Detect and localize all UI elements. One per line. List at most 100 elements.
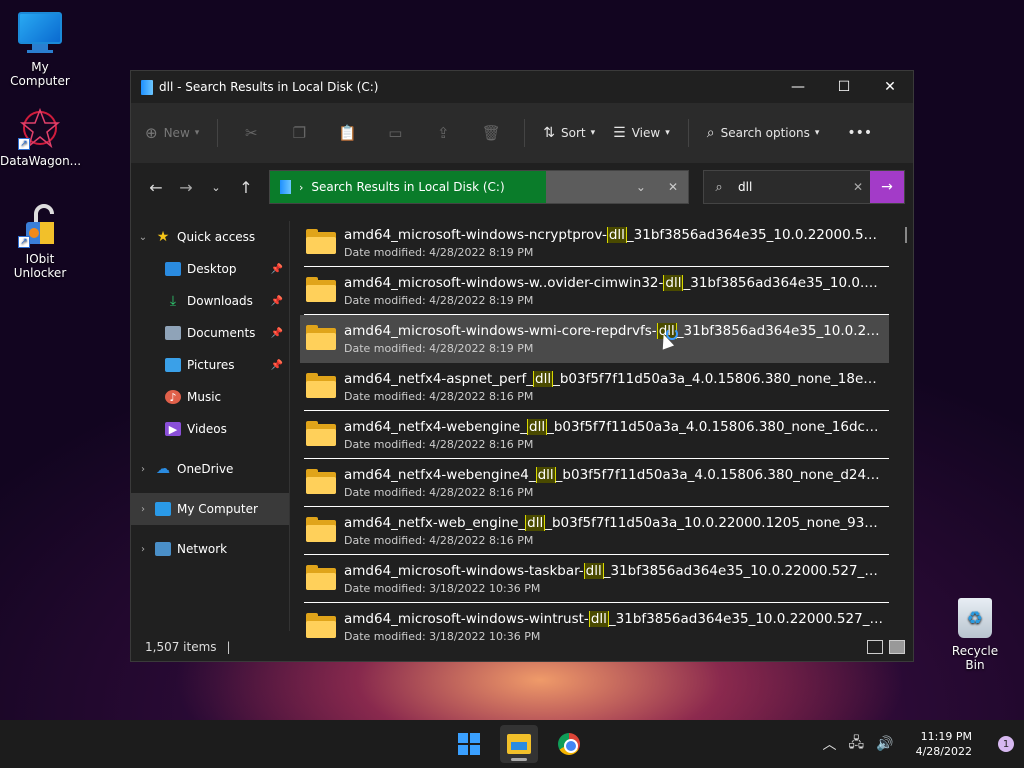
chevron-right-icon[interactable]: ›: [131, 464, 155, 475]
sidebar-item-pictures[interactable]: Pictures 📌: [131, 349, 289, 381]
list-item[interactable]: amd64_microsoft-windows-w..ovider-cimwin…: [304, 267, 889, 315]
chrome-icon: [558, 733, 580, 755]
pin-icon[interactable]: 📌: [271, 328, 283, 339]
search-results-icon: [141, 79, 153, 95]
monitor-icon: [18, 12, 62, 56]
chevron-right-icon[interactable]: ›: [131, 544, 155, 555]
sidebar-item-quick-access[interactable]: ⌄ ★ Quick access: [131, 221, 289, 253]
notification-badge[interactable]: 1: [998, 736, 1014, 752]
list-item[interactable]: amd64_netfx-web_engine_ dll _b03f5f7f11d50…: [304, 507, 889, 555]
list-item[interactable]: amd64_netfx4-webengine4_ dll _b03f5f7f11d5…: [304, 459, 889, 507]
item-name: amd64_netfx4-webengine4_ dll _b03f5f7f11d5…: [344, 466, 884, 483]
search-input[interactable]: dll: [734, 180, 846, 194]
folder-icon: [306, 468, 336, 494]
list-item[interactable]: amd64_microsoft-windows-taskbar-dll _31bf…: [304, 555, 889, 603]
window-title: dll - Search Results in Local Disk (C:): [159, 80, 379, 94]
taskbar: ︿ 🖧 🔊 11:19 PM 4/28/2022 1: [0, 720, 1024, 768]
list-item[interactable]: amd64_microsoft-windows-ncryptprov-dll _3…: [304, 219, 889, 267]
status-bar: 1,507 items |: [131, 633, 913, 661]
pin-icon[interactable]: 📌: [271, 264, 283, 275]
desktop-icon-recycle-bin[interactable]: ♻ Recycle Bin: [942, 598, 1008, 672]
desktop-icon-iobit-unlocker[interactable]: ↗ IObit Unlocker: [0, 204, 80, 280]
folder-icon: [306, 325, 336, 350]
search-go-button[interactable]: →: [870, 171, 904, 203]
datawagon-app-icon: ↗: [18, 106, 62, 150]
item-name: amd64_microsoft-windows-ncryptprov-dll _3…: [344, 226, 884, 243]
item-date: Date modified: 4/28/2022 8:16 PM: [344, 533, 534, 547]
status-divider: |: [226, 640, 231, 654]
search-options-button[interactable]: ⌕ Search options ▾: [707, 125, 820, 141]
delete-icon[interactable]: 🗑: [476, 118, 506, 148]
minimize-button[interactable]: —: [775, 71, 821, 103]
item-date: Date modified: 4/28/2022 8:19 PM: [344, 293, 534, 307]
address-close-icon[interactable]: ✕: [668, 180, 678, 194]
desktop-icon-datawagon[interactable]: ↗ DataWagon...: [0, 106, 81, 168]
system-tray: ︿ 🖧 🔊 11:19 PM 4/28/2022 1: [823, 729, 1014, 759]
sidebar-item-music[interactable]: ♪ Music: [131, 381, 289, 413]
sidebar-item-label: Pictures: [187, 358, 235, 372]
new-label: New: [163, 125, 190, 140]
videos-icon: ▶: [165, 422, 181, 436]
recent-locations-chevron-icon[interactable]: ⌄: [201, 181, 231, 194]
list-item[interactable]: amd64_microsoft-windows-wmi-core-repdrvf…: [300, 315, 889, 363]
new-button[interactable]: ⊕ New ▾: [145, 124, 199, 142]
taskbar-file-explorer[interactable]: [500, 725, 538, 763]
search-results-icon: [280, 180, 291, 194]
scrollbar[interactable]: [905, 227, 907, 243]
view-button[interactable]: ☰ View ▾: [613, 125, 670, 141]
breadcrumb[interactable]: › Search Results in Local Disk (C:): [270, 171, 546, 203]
paste-icon[interactable]: 📋: [332, 118, 362, 148]
back-arrow-icon[interactable]: ←: [141, 178, 171, 197]
document-icon: [165, 326, 181, 340]
forward-arrow-icon[interactable]: →: [171, 178, 201, 197]
close-button[interactable]: ✕: [867, 71, 913, 103]
sidebar-item-videos[interactable]: ▶ Videos: [131, 413, 289, 445]
search-box[interactable]: ⌕ dll ✕ →: [703, 170, 905, 204]
sidebar-item-network[interactable]: › Network: [131, 533, 289, 565]
pin-icon[interactable]: 📌: [271, 296, 283, 307]
address-dropdown-icon[interactable]: ⌄: [636, 180, 646, 194]
rename-icon[interactable]: ▭: [380, 118, 410, 148]
up-arrow-icon[interactable]: ↑: [231, 178, 261, 197]
sort-button[interactable]: ⇅ Sort ▾: [543, 125, 595, 141]
desktop-icon-my-computer[interactable]: My Computer: [0, 4, 80, 88]
chevron-down-icon[interactable]: ⌄: [131, 232, 155, 243]
details-view-icon[interactable]: [867, 640, 883, 654]
cut-icon[interactable]: ✂: [236, 118, 266, 148]
tiles-view-icon[interactable]: [889, 640, 905, 654]
volume-icon[interactable]: 🔊: [876, 736, 893, 752]
sidebar-item-label: Music: [187, 390, 222, 404]
copy-icon[interactable]: ❐: [284, 118, 314, 148]
item-name: amd64_microsoft-windows-w..ovider-cimwin…: [344, 274, 884, 291]
recycle-bin-icon: ♻: [958, 598, 992, 638]
sidebar-item-label: Videos: [187, 422, 227, 436]
pin-icon[interactable]: 📌: [271, 360, 283, 371]
command-bar: ⊕ New ▾ ✂ ❐ 📋 ▭ ⇪ 🗑 ⇅ Sort ▾ ☰ View ▾ ⌕ …: [131, 103, 913, 163]
sidebar-item-downloads[interactable]: ⤓ Downloads 📌: [131, 285, 289, 317]
chevron-up-icon[interactable]: ︿: [823, 734, 837, 754]
clock[interactable]: 11:19 PM 4/28/2022: [916, 729, 972, 759]
sidebar-item-desktop[interactable]: Desktop 📌: [131, 253, 289, 285]
sidebar-item-my-computer[interactable]: › My Computer: [131, 493, 289, 525]
chevron-right-icon[interactable]: ›: [131, 504, 155, 515]
more-options-button[interactable]: •••: [847, 125, 872, 141]
search-results-list: amd64_microsoft-windows-ncryptprov-dll _3…: [290, 211, 913, 643]
list-item[interactable]: amd64_netfx4-aspnet_perf_ dll _b03f5f7f11d…: [304, 363, 889, 411]
network-status-icon[interactable]: 🖧: [849, 732, 865, 756]
clear-search-icon[interactable]: ✕: [846, 180, 870, 194]
list-item[interactable]: amd64_netfx4-webengine_ dll _b03f5f7f11d50…: [304, 411, 889, 459]
folder-icon: [306, 276, 336, 302]
title-bar[interactable]: dll - Search Results in Local Disk (C:) …: [131, 71, 913, 103]
address-bar[interactable]: › Search Results in Local Disk (C:) ⌄ ✕: [269, 170, 689, 204]
sidebar-item-documents[interactable]: Documents 📌: [131, 317, 289, 349]
maximize-button[interactable]: ☐: [821, 71, 867, 103]
taskbar-chrome[interactable]: [550, 725, 588, 763]
desktop-icon-label: My Computer: [10, 60, 70, 88]
share-icon[interactable]: ⇪: [428, 118, 458, 148]
network-icon: [155, 542, 171, 556]
sidebar-item-onedrive[interactable]: › ☁ OneDrive: [131, 453, 289, 485]
desktop-icon: [165, 262, 181, 276]
item-name: amd64_netfx4-aspnet_perf_ dll _b03f5f7f11d…: [344, 370, 884, 387]
desktop-icon-label: Recycle Bin: [951, 644, 999, 672]
start-button[interactable]: [450, 725, 488, 763]
